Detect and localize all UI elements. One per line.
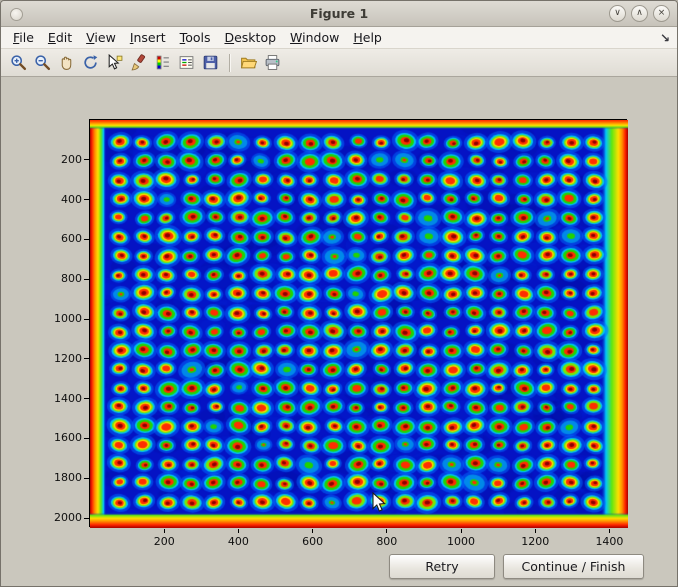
y-tick (84, 239, 89, 240)
y-tick-label: 1000 (42, 312, 82, 325)
pan-button[interactable] (55, 51, 78, 74)
mouse-cursor (372, 492, 387, 514)
y-tick (84, 159, 89, 160)
x-tick (609, 529, 610, 533)
menu-view[interactable]: View (79, 27, 123, 49)
toolbar (1, 49, 677, 77)
brush-icon (130, 54, 147, 71)
dock-arrow-icon[interactable]: ↘ (660, 27, 670, 49)
y-tick (84, 358, 89, 359)
window-title: Figure 1 (1, 1, 677, 27)
data-cursor-button[interactable] (103, 51, 126, 74)
y-tick-label: 1200 (42, 352, 82, 365)
legend-button[interactable] (175, 51, 198, 74)
menu-file[interactable]: File (6, 27, 41, 49)
colorbar-icon (154, 54, 171, 71)
x-tick (386, 529, 387, 533)
pan-icon (58, 54, 75, 71)
zoom-in-icon (10, 54, 27, 71)
x-tick-label: 1200 (513, 535, 557, 548)
print-icon (264, 54, 281, 71)
x-tick-label: 400 (216, 535, 260, 548)
print-button[interactable] (261, 51, 284, 74)
y-tick-label: 400 (42, 193, 82, 206)
maximize-button[interactable]: ∧ (631, 5, 648, 22)
titlebar[interactable]: Figure 1 ∨ ∧ × (1, 1, 677, 27)
minimize-button[interactable]: ∨ (609, 5, 626, 22)
y-tick-label: 1400 (42, 392, 82, 405)
zoom-in-button[interactable] (7, 51, 30, 74)
y-tick (84, 518, 89, 519)
window-controls: ∨ ∧ × (609, 5, 670, 22)
y-tick (84, 398, 89, 399)
y-tick-label: 200 (42, 153, 82, 166)
x-tick (312, 529, 313, 533)
x-tick (164, 529, 165, 533)
close-button[interactable]: × (653, 5, 670, 22)
legend-icon (178, 54, 195, 71)
x-tick-label: 1400 (587, 535, 631, 548)
y-tick (84, 279, 89, 280)
y-tick (84, 438, 89, 439)
menu-window[interactable]: Window (283, 27, 346, 49)
y-tick-label: 600 (42, 232, 82, 245)
menu-desktop[interactable]: Desktop (217, 27, 283, 49)
y-tick (84, 199, 89, 200)
figure-canvas-area: 200 400 600 800 1000 1200 1400 200 400 600 800 1000… (1, 77, 678, 587)
x-tick-label: 600 (291, 535, 335, 548)
x-tick-label: 200 (142, 535, 186, 548)
menu-tools[interactable]: Tools (173, 27, 218, 49)
y-tick-label: 800 (42, 272, 82, 285)
axes[interactable]: 2004006008001000120014002004006008001000… (89, 119, 627, 527)
x-tick-label: 1000 (439, 535, 483, 548)
rotate-3d-icon (82, 54, 99, 71)
x-tick (535, 529, 536, 533)
rotate-3d-button[interactable] (79, 51, 102, 74)
menu-insert[interactable]: Insert (123, 27, 173, 49)
save-icon (202, 54, 219, 71)
open-icon (240, 54, 257, 71)
toolbar-separator (229, 54, 231, 72)
x-tick-label: 800 (365, 535, 409, 548)
brush-button[interactable] (127, 51, 150, 74)
y-tick (84, 478, 89, 479)
colorbar-button[interactable] (151, 51, 174, 74)
zoom-out-button[interactable] (31, 51, 54, 74)
figure-window: Figure 1 ∨ ∧ × FileEditViewInsertToolsDesk… (0, 0, 678, 587)
retry-button[interactable]: Retry (389, 554, 495, 579)
open-button[interactable] (237, 51, 260, 74)
x-tick (238, 529, 239, 533)
heatmap-image[interactable] (90, 120, 628, 528)
menu-bar: FileEditViewInsertToolsDesktopWindowHelp (1, 27, 677, 49)
y-tick (84, 319, 89, 320)
y-tick-label: 1800 (42, 471, 82, 484)
save-button[interactable] (199, 51, 222, 74)
y-tick-label: 2000 (42, 511, 82, 524)
zoom-out-icon (34, 54, 51, 71)
x-tick (461, 529, 462, 533)
continue-finish-button[interactable]: Continue / Finish (503, 554, 644, 579)
menu-help[interactable]: Help (346, 27, 389, 49)
y-tick-label: 1600 (42, 431, 82, 444)
menu-edit[interactable]: Edit (41, 27, 79, 49)
data-cursor-icon (106, 54, 123, 71)
